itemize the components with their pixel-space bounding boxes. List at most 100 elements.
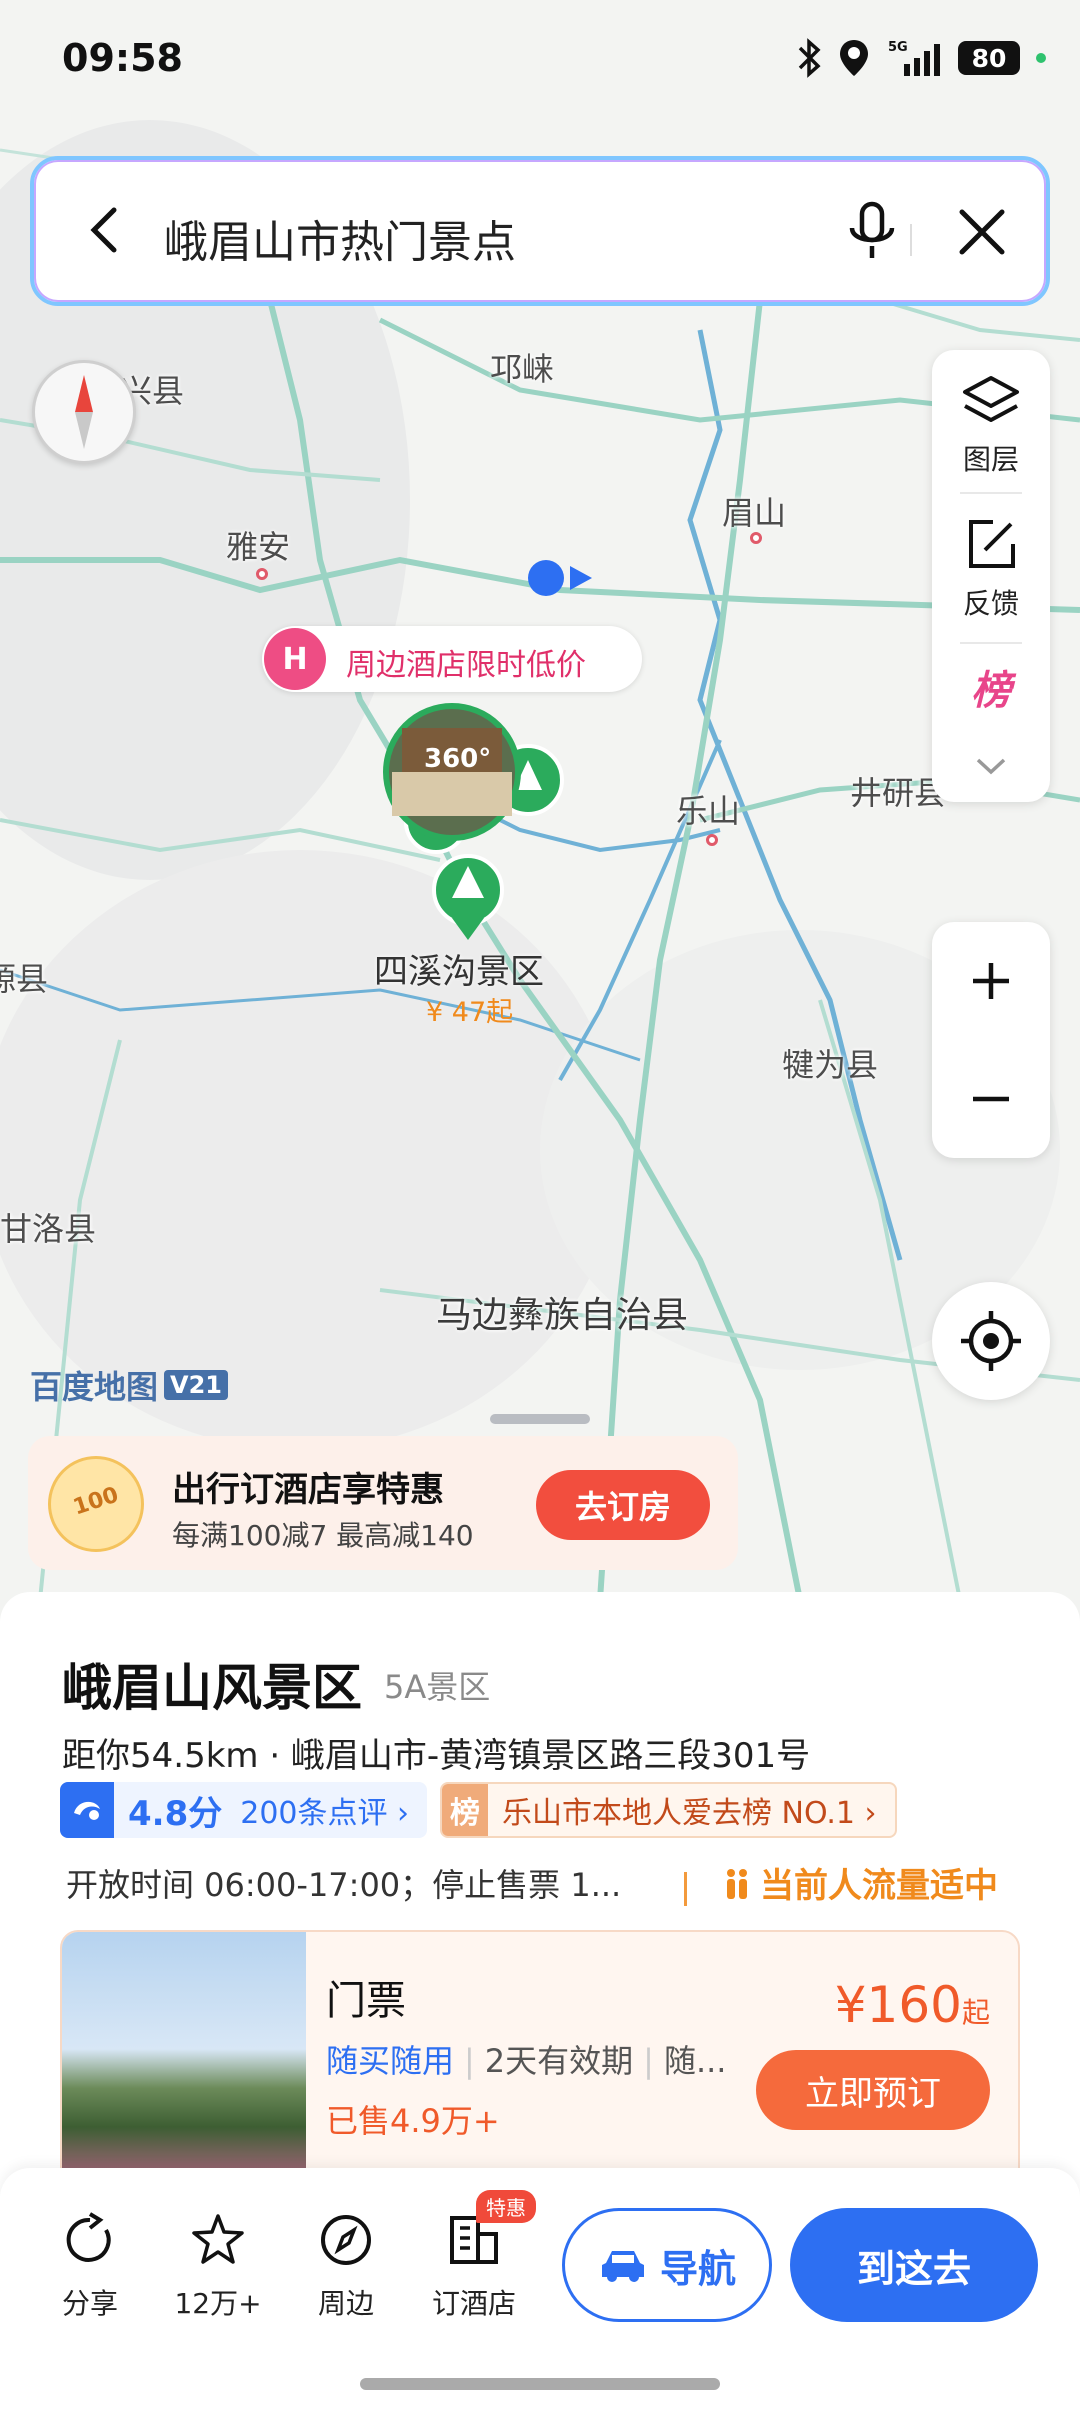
rating-badge[interactable]: 4.8分 200条点评 ›	[60, 1782, 428, 1838]
ticket-price-suffix: 起	[961, 1996, 990, 2029]
layers-label: 图层	[962, 443, 1019, 476]
ticket-tags: 随买随用 | 2天有效期 | 随...	[326, 2042, 727, 2080]
compass-button[interactable]	[32, 360, 136, 464]
minus-icon	[973, 1096, 1009, 1102]
bottom-action-bar: 分享 12万+ 周边 订酒店 特惠 导航 到这去	[0, 2168, 1080, 2412]
ticket-sold-count: 已售4.9万+	[326, 2102, 500, 2140]
rating-score: 4.8分	[128, 1793, 223, 1834]
search-bar[interactable]: 峨眉山市热门景点	[30, 156, 1050, 306]
zoom-out-button[interactable]	[932, 1040, 1050, 1158]
rank-button[interactable]: 榜	[932, 658, 1050, 716]
home-indicator[interactable]	[360, 2378, 720, 2390]
nearby-button[interactable]: 周边	[296, 2212, 396, 2322]
crosshair-icon	[961, 1311, 1021, 1371]
opening-hours[interactable]: 开放时间 06:00-17:00；停止售票 1...	[66, 1860, 621, 1906]
ticket-tag-anytime: 随买随用	[326, 2042, 455, 2080]
close-icon[interactable]	[954, 204, 1010, 260]
ticket-tag-more: 随...	[663, 2042, 727, 2080]
navigate-label: 导航	[659, 2246, 736, 2291]
car-icon	[601, 2251, 644, 2282]
search-divider	[910, 224, 912, 256]
rank-badge-icon: 榜	[442, 1784, 488, 1836]
brand-watermark: 百度地图 V21	[30, 1362, 228, 1408]
feedback-edit-icon	[969, 520, 1015, 568]
people-icon	[727, 1869, 747, 1899]
star-icon	[192, 2214, 244, 2264]
user-location-dot	[528, 560, 564, 596]
brand-version: V21	[164, 1370, 228, 1400]
share-label: 分享	[61, 2287, 118, 2320]
ticket-name: 门票	[326, 1978, 406, 2024]
crowd-status[interactable]: 当前人流量适中	[722, 1858, 998, 1907]
rank-badge-label: 乐山市本地人爱去榜 NO.1 ›	[502, 1796, 877, 1831]
favorite-button[interactable]: 12万+	[168, 2212, 268, 2322]
coupon-amount: 100	[70, 1482, 122, 1521]
navigate-button[interactable]: 导航	[562, 2208, 772, 2322]
hotel-deal-pill[interactable]: H 周边酒店限时低价	[262, 626, 642, 692]
crowd-status-label: 当前人流量适中	[760, 1866, 998, 1906]
microphone-icon[interactable]	[842, 200, 902, 264]
tools-divider	[960, 642, 1022, 644]
network-type-text: 5G	[888, 40, 908, 55]
zoom-in-button[interactable]	[932, 922, 1050, 1040]
privacy-indicator	[1036, 53, 1046, 63]
map-city-dot-leshan	[706, 834, 718, 846]
poi-name-label[interactable]: 四溪沟景区	[374, 944, 544, 993]
compass-icon	[75, 375, 93, 449]
ticket-price: ¥160起	[835, 1976, 990, 2034]
share-button[interactable]: 分享	[40, 2212, 140, 2322]
map-label-qionglai: 邛崃	[490, 350, 555, 388]
back-arrow-icon[interactable]	[76, 200, 136, 260]
map-label-leshan: 乐山	[676, 792, 741, 830]
battery-indicator: 80	[958, 41, 1020, 75]
map-label-qianwei: 犍为县	[782, 1046, 879, 1084]
review-count-link[interactable]: 200条点评 ›	[240, 1788, 409, 1832]
bluetooth-icon	[798, 38, 821, 78]
map-label-yaan: 雅安	[226, 528, 291, 566]
place-address: 距你54.5km · 峨眉山市-黄湾镇景区路三段301号	[62, 1736, 811, 1776]
favorite-count: 12万+	[174, 2287, 262, 2320]
feedback-label: 反馈	[962, 587, 1019, 620]
hotel-icon: H	[264, 628, 326, 690]
map-label-mabian: 马边彝族自治县	[436, 1295, 689, 1336]
map-label-meishan: 眉山	[722, 494, 787, 532]
map-label-left-county: 源县	[0, 960, 49, 998]
poi-price-label: ¥ 47起	[426, 997, 514, 1028]
promo-banner[interactable]: 100 出行订酒店享特惠 每满100减7 最高减140 去订房	[28, 1436, 738, 1570]
map-city-dot-meishan	[750, 532, 762, 544]
layers-button[interactable]: 图层	[932, 374, 1050, 478]
brand-name: 百度地图	[30, 1368, 159, 1406]
coupon-coin-icon: 100	[48, 1456, 144, 1552]
book-ticket-button[interactable]: 立即预订	[756, 2050, 990, 2130]
promo-subtitle: 每满100减7 最高减140	[172, 1519, 474, 1552]
map-tools-panel: 图层 反馈 榜	[932, 350, 1050, 802]
ticket-photo	[62, 1932, 306, 2188]
ticket-card[interactable]: 门票 随买随用 | 2天有效期 | 随... 已售4.9万+ ¥160起 立即预订	[60, 1930, 1020, 2190]
map-label-ganluo: 甘洛县	[0, 1210, 97, 1248]
plus-icon	[973, 963, 1009, 999]
rank-icon: 榜	[971, 668, 1011, 714]
crowd-divider	[684, 1872, 687, 1906]
search-query-text[interactable]: 峨眉山市热门景点	[164, 206, 516, 270]
tools-divider	[960, 492, 1022, 494]
layers-icon	[963, 376, 1019, 422]
chevron-down-icon[interactable]	[974, 754, 1008, 778]
share-icon	[66, 2212, 111, 2262]
rank-badge[interactable]: 榜 乐山市本地人爱去榜 NO.1 ›	[440, 1782, 897, 1838]
compass-nearby-icon	[321, 2215, 371, 2265]
book-hotel-label: 订酒店	[431, 2287, 516, 2320]
sheet-drag-handle[interactable]	[490, 1414, 590, 1424]
go-here-button[interactable]: 到这去	[790, 2208, 1038, 2322]
ticket-price-value: ¥160	[834, 1976, 962, 2034]
map-city-dot-yaan	[256, 568, 268, 580]
status-bar: 09:58 5G 80	[0, 0, 1080, 120]
ticket-tag-validity: 2天有效期	[484, 2042, 634, 2080]
feedback-button[interactable]: 反馈	[932, 516, 1050, 622]
locate-me-button[interactable]	[932, 1282, 1050, 1400]
nearby-label: 周边	[317, 2287, 374, 2320]
book-hotel-action[interactable]: 订酒店	[424, 2212, 524, 2322]
panorama-360-label[interactable]: 360°	[424, 744, 491, 774]
status-time: 09:58	[62, 36, 183, 80]
book-hotel-button[interactable]: 去订房	[536, 1470, 710, 1540]
place-title: 峨眉山风景区	[62, 1659, 362, 1717]
